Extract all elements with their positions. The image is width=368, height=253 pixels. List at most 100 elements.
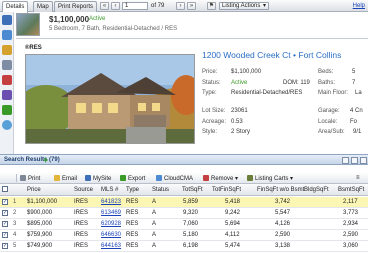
print-button[interactable]: Print	[20, 175, 40, 182]
page-of-label: of 79	[151, 3, 165, 9]
flag-icon[interactable]: ⚑	[207, 2, 216, 10]
toolbar-divider	[16, 174, 17, 182]
row-checkbox[interactable]: ✓	[2, 221, 8, 227]
listing-carts-button[interactable]: Listing Carts ▾	[247, 175, 293, 182]
globe-icon[interactable]	[2, 120, 12, 130]
cell-status: A	[152, 221, 157, 227]
listing-actions-dropdown[interactable]: Listing Actions ▾	[219, 2, 269, 10]
maximize-icon[interactable]	[360, 157, 367, 164]
tax-icon[interactable]	[2, 90, 12, 100]
chevron-down-icon: ▾	[235, 176, 239, 182]
last-page-button[interactable]: »	[187, 2, 196, 10]
remove-button[interactable]: Remove ▾	[203, 175, 238, 182]
row-checkbox[interactable]: ✓	[2, 243, 8, 249]
cell-mls-link[interactable]: 644163	[101, 243, 121, 249]
col-bldgsqft[interactable]: BldgSqFt	[304, 187, 329, 193]
cell-finsqft-wo-bsmt: 3,138	[275, 243, 291, 249]
page-number-input[interactable]: 1	[122, 2, 148, 10]
minimize-icon[interactable]	[342, 157, 349, 164]
help-link[interactable]: Help	[353, 3, 365, 9]
locale-label: Locale:	[318, 119, 338, 125]
table-row[interactable]: ✓ 4 $759,900 IRES 646630 RES A 5,180 4,1…	[0, 230, 368, 241]
first-page-button[interactable]: «	[100, 2, 109, 10]
columns-icon[interactable]: ≡	[356, 175, 360, 181]
table-row[interactable]: ✓ 1 $1,100,000 IRES 641823 RES A 5,859 5…	[0, 197, 368, 208]
header-status: Active	[89, 16, 106, 22]
cell-mls-link[interactable]: 613469	[101, 210, 121, 216]
col-status[interactable]: Status	[152, 187, 169, 193]
history-icon[interactable]	[2, 105, 12, 115]
tab-print-reports[interactable]: Print Reports	[54, 1, 98, 12]
search-results-header: Search Results (79) +	[0, 154, 368, 165]
garage-label: Garage:	[318, 108, 340, 114]
cell-price: $749,900	[27, 243, 53, 249]
export-label: Export	[128, 176, 146, 182]
row-number: 3	[13, 221, 17, 227]
email-button[interactable]: Email	[54, 175, 77, 182]
cell-bsmtsqft: 2,590	[343, 232, 359, 238]
acreage-label: Acreage:	[202, 119, 227, 125]
print-label: Print	[28, 176, 41, 182]
next-page-button[interactable]: ›	[176, 2, 185, 10]
cell-mls-link[interactable]: 641823	[101, 199, 121, 205]
cell-finsqft-wo-bsmt: 3,742	[275, 199, 291, 205]
document-icon[interactable]	[2, 60, 12, 70]
map-icon[interactable]	[2, 30, 12, 40]
row-number: 1	[13, 199, 17, 205]
cell-mls-link[interactable]: 646630	[101, 232, 121, 238]
cell-status: A	[152, 232, 157, 238]
cloudcma-button[interactable]: CloudCMA	[156, 175, 193, 182]
listing-actions-label: Listing Actions	[222, 3, 261, 9]
table-row[interactable]: ✓ 5 $749,900 IRES 644163 RES A 6,198 5,4…	[0, 241, 368, 252]
beds-label: Beds:	[318, 69, 334, 75]
listing-thumbnail[interactable]	[16, 13, 40, 36]
cloudcma-label: CloudCMA	[164, 176, 194, 182]
row-checkbox[interactable]: ✓	[2, 199, 8, 205]
export-button[interactable]: Export	[120, 175, 145, 182]
cell-finsqft-wo-bsmt: 4,126	[275, 221, 291, 227]
table-row[interactable]: ✓ 3 $895,000 IRES 620928 RES A 7,060 5,6…	[0, 219, 368, 230]
header-price: $1,100,000	[49, 15, 90, 24]
select-all-checkbox[interactable]	[2, 186, 8, 192]
col-finsqft-wo-bsmt[interactable]: FinSqFt w/o Bsmt	[257, 187, 304, 193]
mysite-button[interactable]: MySite	[85, 175, 111, 182]
restore-icon[interactable]	[351, 157, 358, 164]
add-icon[interactable]: +	[43, 156, 51, 165]
col-bsmtsqft[interactable]: BsmtSqFt	[338, 187, 364, 193]
tab-map[interactable]: Map	[33, 1, 53, 12]
cell-totfinsqft: 5,418	[225, 199, 241, 205]
col-price[interactable]: Price	[27, 187, 41, 193]
row-checkbox[interactable]: ✓	[2, 232, 8, 238]
stop-icon[interactable]	[2, 75, 12, 85]
table-row[interactable]: ✓ 2 $900,000 IRES 613469 RES A 9,320 9,2…	[0, 208, 368, 219]
cloud-icon	[156, 175, 162, 181]
cell-finsqft-wo-bsmt: 2,590	[275, 232, 291, 238]
col-totsqft[interactable]: TotSqFt	[182, 187, 203, 193]
prev-page-button[interactable]: ‹	[111, 2, 120, 10]
col-totfinsqft[interactable]: TotFinSqFt	[212, 187, 241, 193]
cell-type: RES	[126, 243, 139, 249]
cell-source: IRES	[74, 232, 89, 238]
price-value: $1,100,000	[231, 69, 262, 75]
email-icon	[54, 175, 60, 181]
house-photo-icon	[26, 55, 194, 143]
listing-icon[interactable]	[2, 15, 12, 25]
results-toolbar: Print Email MySite Export CloudCMA Remov…	[0, 172, 368, 184]
cell-source: IRES	[74, 243, 89, 249]
chevron-down-icon: ▾	[262, 3, 266, 9]
col-source[interactable]: Source	[74, 187, 93, 193]
row-checkbox[interactable]: ✓	[2, 210, 8, 216]
photo-icon[interactable]	[2, 45, 12, 55]
cell-status: A	[152, 210, 157, 216]
cell-mls-link[interactable]: 620928	[101, 221, 121, 227]
mysite-icon	[85, 175, 91, 181]
listing-photo[interactable]	[25, 54, 195, 144]
remove-icon	[203, 175, 209, 181]
col-type[interactable]: Type	[126, 187, 139, 193]
search-results-title: Search Results (79)	[4, 157, 60, 163]
listing-address[interactable]: 1200 Wooded Creek Ct • Fort Collins	[202, 50, 368, 60]
area-sub-label: Area/Sub:	[318, 129, 345, 135]
cell-price: $895,000	[27, 221, 53, 227]
email-label: Email	[62, 176, 78, 182]
col-mls[interactable]: MLS #	[101, 187, 118, 193]
